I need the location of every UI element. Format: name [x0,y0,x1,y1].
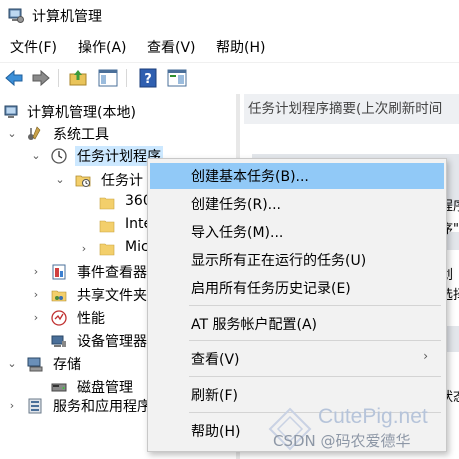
watermark: CutePig.net CSDN @码农爱德华 [268,405,458,459]
expand-chevron-icon[interactable]: › [30,284,42,306]
menu-help[interactable]: 帮助(H) [216,37,265,57]
summary-header: 任务计划程序摘要(上次刷新时间 [244,94,459,124]
folder-icon [99,220,115,233]
expand-chevron-icon[interactable]: › [30,261,42,283]
menu-item-label: 创建基本任务(B)... [191,169,309,185]
menu-item-label: 刷新(F) [191,388,238,404]
tree-label: 计算机管理(本地) [27,105,136,121]
menu-item-label: 导入任务(M)... [191,225,284,241]
menu-item-label: AT 服务帐户配置(A) [191,317,317,333]
watermark-brand: CutePig.net [318,405,428,428]
computer-management-icon [4,105,18,118]
toolbar-separator [126,69,127,87]
folder-icon [99,243,115,256]
menu-item-label: 查看(V) [191,352,240,368]
folder-icon [99,197,115,210]
tree-label: 设备管理器 [77,334,147,350]
computer-management-icon [8,8,24,23]
enable-task-history-item[interactable]: 启用所有任务历史记录(E) [150,275,444,301]
action-pane-icon[interactable] [166,67,188,89]
tree-label: 存储 [53,357,81,373]
expand-chevron-icon[interactable]: › [6,395,18,417]
menu-item-label: 启用所有任务历史记录(E) [191,281,351,297]
storage-icon [27,357,43,372]
collapse-chevron-icon[interactable]: ⌄ [54,169,66,191]
menu-view[interactable]: 查看(V) [147,37,196,57]
shared-folder-icon [51,290,67,302]
collapse-chevron-icon[interactable]: ⌄ [30,145,42,167]
expand-chevron-icon[interactable]: › [30,307,42,329]
menu-separator [189,340,441,341]
view-submenu-item[interactable]: 查看(V) › [150,346,444,372]
display-running-tasks-item[interactable]: 显示所有正在运行的任务(U) [150,247,444,273]
toolbar: ? [0,62,459,93]
services-icon [28,398,42,414]
tree-label: 系统工具 [53,127,109,143]
show-hide-tree-icon[interactable] [97,67,119,89]
window-title: 计算机管理 [32,9,102,25]
menu-bar: 文件(F) 操作(A) 查看(V) 帮助(H) [0,36,459,60]
create-basic-task-item[interactable]: 创建基本任务(B)... [150,163,444,189]
event-viewer-icon [52,264,66,280]
svg-text:?: ? [144,72,152,87]
collapse-chevron-icon[interactable]: ⌄ [6,353,18,375]
tree-label: 任务计 [101,173,143,189]
help-icon[interactable]: ? [137,67,159,89]
import-task-item[interactable]: 导入任务(M)... [150,219,444,245]
menu-item-label: 创建任务(R)... [191,197,282,213]
create-task-item[interactable]: 创建任务(R)... [150,191,444,217]
disk-icon [51,383,67,392]
tools-icon [28,126,41,140]
tree-label: 性能 [77,311,105,327]
up-folder-icon[interactable] [67,67,89,89]
menu-action[interactable]: 操作(A) [78,37,127,57]
forward-icon[interactable] [30,67,52,89]
menu-separator [189,376,441,377]
toolbar-separator [58,69,59,87]
tree-label: Mic [125,239,149,255]
tree-label: 事件查看器 [77,265,147,281]
folder-clock-icon [75,175,91,187]
tree-label: 服务和应用程序 [53,399,151,415]
title-bar: 计算机管理 [0,0,459,30]
clock-icon [51,148,67,164]
menu-item-label: 显示所有正在运行的任务(U) [191,253,367,269]
performance-icon [51,310,67,326]
at-service-account-item[interactable]: AT 服务帐户配置(A) [150,311,444,337]
submenu-arrow-icon: › [423,349,428,363]
watermark-csdn: CSDN @码农爱德华 [273,432,411,450]
menu-separator [189,305,441,306]
back-icon[interactable] [3,67,25,89]
menu-item-label: 帮助(H) [191,424,241,440]
tree-label: 磁盘管理 [77,380,133,396]
expand-chevron-icon[interactable]: › [78,238,90,260]
collapse-chevron-icon[interactable]: ⌄ [6,123,18,145]
menu-file[interactable]: 文件(F) [10,37,57,57]
tree-label: 共享文件夹 [77,288,147,304]
device-manager-icon [51,335,66,347]
